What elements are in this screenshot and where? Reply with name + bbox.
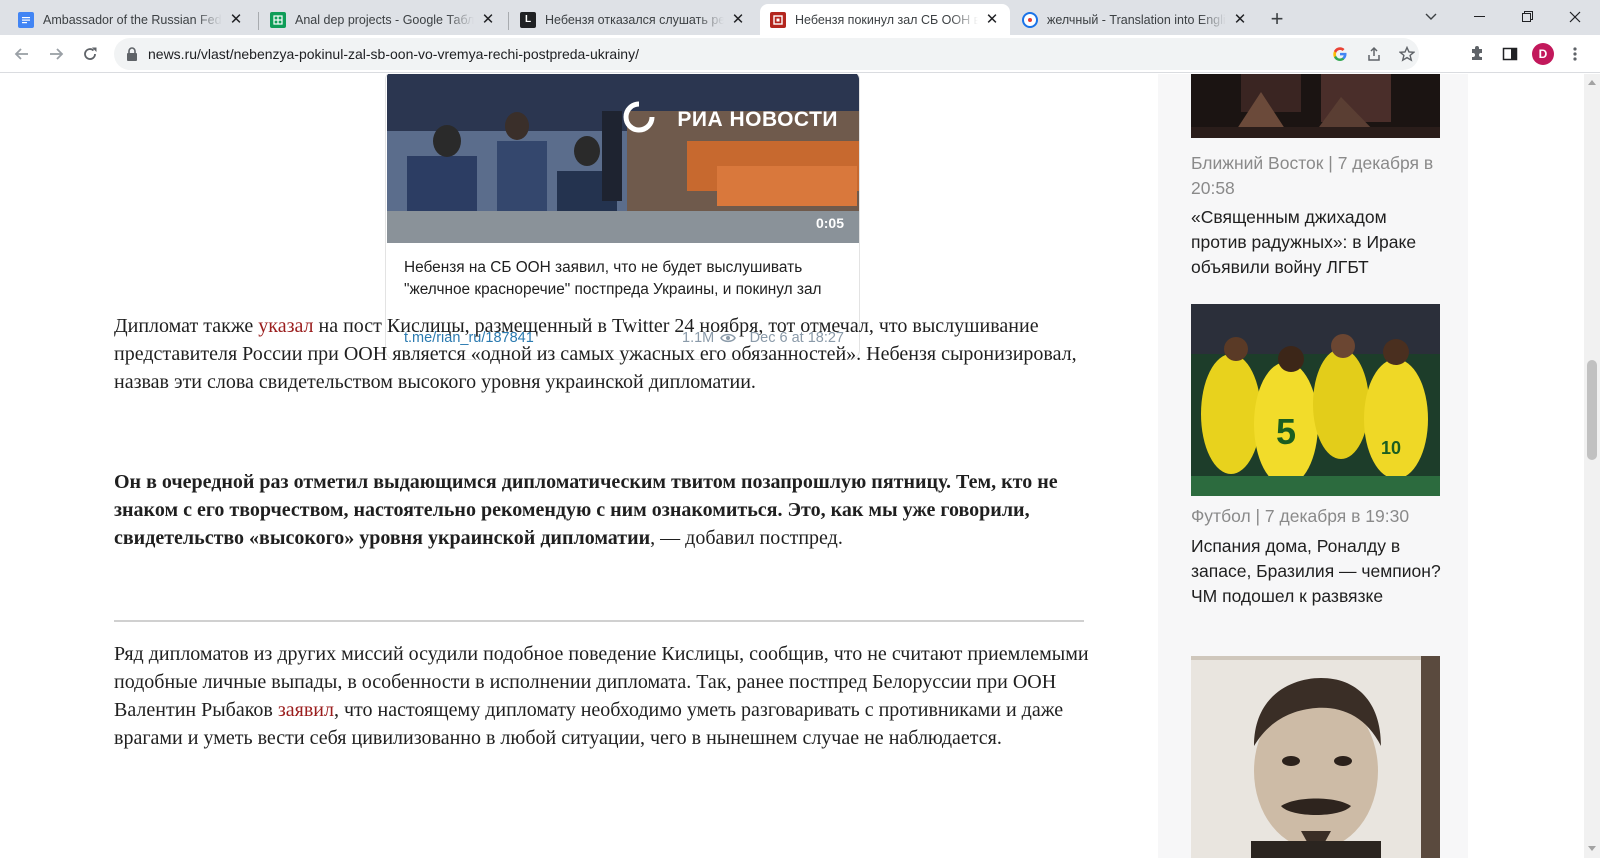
page-viewport: РИА НОВОСТИ 0:05 Небензя на СБ ООН заяви… bbox=[0, 74, 1584, 858]
tab-nebenzya-left-hall[interactable]: Небензя покинул зал СБ ООН во время речи… bbox=[760, 4, 1010, 35]
source-link[interactable]: заявил bbox=[278, 699, 334, 721]
close-window-button[interactable] bbox=[1552, 0, 1598, 33]
scroll-up-arrow[interactable] bbox=[1588, 80, 1596, 85]
close-tab-icon[interactable]: ✕ bbox=[480, 11, 496, 28]
video-thumbnail[interactable]: РИА НОВОСТИ 0:05 bbox=[387, 74, 859, 243]
tab-divider bbox=[508, 12, 509, 30]
telegram-caption: Небензя на СБ ООН заявил, что не будет в… bbox=[404, 259, 822, 298]
sidebar-item-meta: Ближний Восток | 7 декабря в 20:58 bbox=[1191, 153, 1434, 198]
page-scrollbar[interactable] bbox=[1584, 74, 1600, 858]
address-bar[interactable]: news.ru/vlast/nebenzya-pokinul-zal-sb-oo… bbox=[114, 38, 1419, 70]
menu-kebab-icon[interactable] bbox=[1565, 44, 1585, 64]
paragraph-text: Дипломат также bbox=[114, 315, 259, 337]
tab-anal-dep-projects[interactable]: Anal dep projects - Google Таблицы ✕ bbox=[260, 4, 506, 35]
article-paragraph: Дипломат также указал на пост Кислицы, р… bbox=[114, 312, 1104, 396]
new-tab-button[interactable]: + bbox=[1264, 7, 1290, 33]
sidebar-item-meta: Футбол | 7 декабря в 19:30 bbox=[1191, 506, 1410, 526]
article-paragraph: Ряд дипломатов из других миссий осудили … bbox=[114, 640, 1104, 752]
tab-title: Ambassador of the Russian Federation bbox=[43, 12, 222, 27]
bookmark-star-icon[interactable] bbox=[1398, 45, 1416, 63]
restore-button[interactable] bbox=[1504, 0, 1550, 33]
tab-title: Anal dep projects - Google Таблицы bbox=[295, 12, 474, 27]
tab-search-icon[interactable] bbox=[1408, 0, 1454, 33]
video-watermark: РИА НОВОСТИ bbox=[677, 108, 838, 131]
tab-ambassador[interactable]: Ambassador of the Russian Federation ✕ bbox=[8, 4, 254, 35]
un-security-council-photo bbox=[387, 74, 859, 243]
back-button[interactable] bbox=[8, 40, 36, 68]
ria-logo-icon bbox=[623, 101, 655, 133]
tab-title: желчный - Translation into English bbox=[1047, 12, 1226, 27]
sidebar-item-image[interactable] bbox=[1191, 74, 1440, 138]
close-tab-icon[interactable]: ✕ bbox=[730, 11, 746, 28]
reverso-icon bbox=[1022, 11, 1038, 28]
scrollbar-thumb[interactable] bbox=[1587, 360, 1597, 460]
side-panel-icon[interactable] bbox=[1500, 44, 1520, 64]
sidebar-item-image[interactable] bbox=[1191, 656, 1440, 858]
docs-icon bbox=[18, 11, 34, 28]
reload-button[interactable] bbox=[76, 40, 104, 68]
tab-title: Небензя отказался слушать речь bbox=[545, 12, 724, 27]
tab-nebenzya-refused[interactable]: L Небензя отказался слушать речь ✕ bbox=[510, 4, 756, 35]
svg-text:5: 5 bbox=[1276, 411, 1296, 452]
sheets-icon bbox=[270, 11, 286, 28]
svg-text:10: 10 bbox=[1381, 438, 1401, 458]
sidebar-item-title[interactable]: «Священным джихадом против радужных»: в … bbox=[1191, 205, 1441, 280]
article-quote: Он в очередной раз отметил выдающимся ди… bbox=[114, 468, 1104, 552]
browser-toolbar: news.ru/vlast/nebenzya-pokinul-zal-sb-oo… bbox=[0, 35, 1600, 73]
extensions-puzzle-icon[interactable] bbox=[1467, 44, 1487, 64]
profile-avatar[interactable]: D bbox=[1532, 43, 1554, 65]
close-tab-icon[interactable]: ✕ bbox=[1232, 11, 1248, 28]
tab-translation[interactable]: желчный - Translation into English ✕ bbox=[1012, 4, 1258, 35]
quote-text: Он в очередной раз отметил выдающимся ди… bbox=[114, 471, 1058, 549]
google-icon[interactable] bbox=[1331, 45, 1349, 63]
quote-attribution: , — добавил постпред. bbox=[650, 527, 843, 549]
football-photo: 5 10 bbox=[1191, 304, 1440, 496]
news-photo bbox=[1191, 74, 1440, 138]
tab-title: Небензя покинул зал СБ ООН во время речи bbox=[795, 12, 978, 27]
l-site-icon: L bbox=[520, 11, 536, 28]
news-site-icon bbox=[770, 11, 786, 28]
lock-icon[interactable] bbox=[126, 47, 138, 61]
close-tab-icon[interactable]: ✕ bbox=[228, 11, 244, 28]
share-icon[interactable] bbox=[1365, 45, 1383, 63]
sidebar-item-title[interactable]: Испания дома, Роналду в запасе, Бразилия… bbox=[1191, 534, 1441, 609]
section-divider bbox=[114, 620, 1084, 622]
source-link[interactable]: указал bbox=[258, 315, 313, 337]
tab-divider bbox=[258, 12, 259, 30]
portrait-photo bbox=[1191, 656, 1440, 858]
sidebar-item-image[interactable]: 5 10 bbox=[1191, 304, 1440, 496]
scroll-down-arrow[interactable] bbox=[1588, 846, 1596, 851]
minimize-button[interactable] bbox=[1456, 0, 1502, 33]
url-text[interactable]: news.ru/vlast/nebenzya-pokinul-zal-sb-oo… bbox=[148, 46, 639, 62]
tab-strip: Ambassador of the Russian Federation ✕ A… bbox=[0, 0, 1600, 35]
forward-button[interactable] bbox=[42, 40, 70, 68]
video-duration: 0:05 bbox=[815, 215, 844, 231]
close-tab-icon[interactable]: ✕ bbox=[984, 11, 1000, 28]
